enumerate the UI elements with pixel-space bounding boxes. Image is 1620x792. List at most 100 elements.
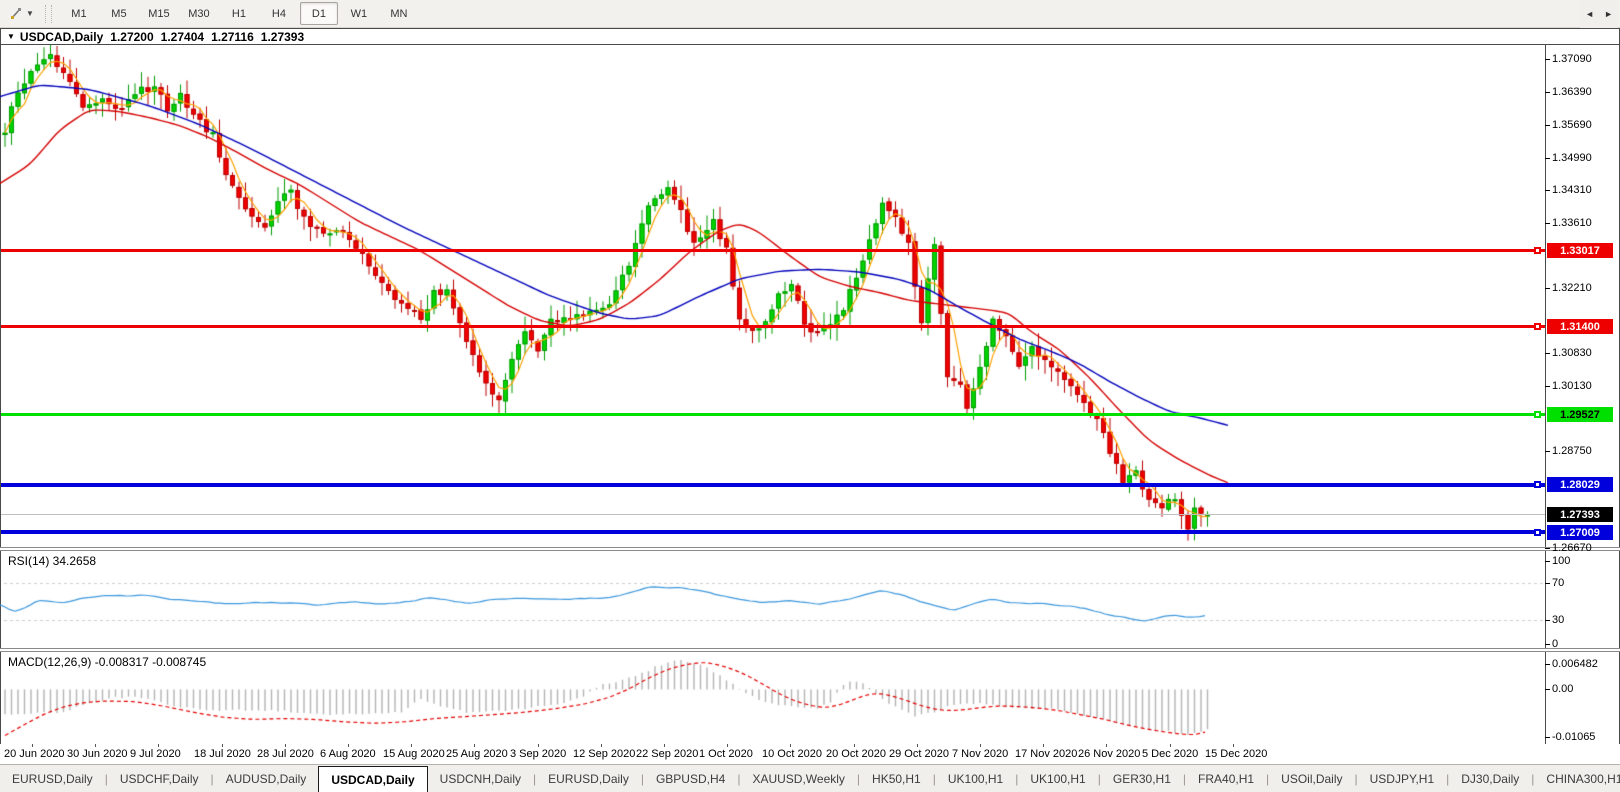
date-tick-mark — [411, 744, 412, 747]
symbol-tab-usdcnh-daily[interactable]: USDCNH,Daily — [428, 765, 533, 792]
symbol-tab-fra40-h1[interactable]: FRA40,H1 — [1186, 765, 1266, 792]
symbol-tab-eurusd-daily[interactable]: EURUSD,Daily — [536, 765, 641, 792]
symbol-tab-xauusd-weekly[interactable]: XAUUSD,Weekly — [740, 765, 856, 792]
date-tick-mark — [980, 744, 981, 747]
date-tick-mark — [32, 744, 33, 747]
price-tick-mark — [1545, 451, 1550, 452]
ohlc-close: 1.27393 — [260, 29, 305, 44]
price-tick-label: 1.28750 — [1552, 445, 1592, 457]
support-line-blue-2-price-label: 1.27009 — [1547, 525, 1613, 540]
price-tick-mark — [1545, 548, 1550, 549]
date-tick-mark — [601, 744, 602, 747]
symbol-tab-hk50-h1[interactable]: HK50,H1 — [860, 765, 933, 792]
price-tick-mark — [1545, 223, 1550, 224]
timeframe-button-m5[interactable]: M5 — [100, 2, 138, 25]
rsi-tick-label: 100 — [1552, 555, 1571, 567]
timeframe-button-d1[interactable]: D1 — [299, 2, 338, 25]
timeframe-button-mn[interactable]: MN — [380, 2, 418, 25]
support-line-blue-2[interactable] — [1, 530, 1545, 534]
date-label: 12 Sep 2020 — [573, 748, 636, 760]
tab-scroll-left-icon[interactable]: ◄ — [1580, 6, 1599, 22]
annotation-tool-icon[interactable]: ▼ — [6, 4, 37, 23]
support-line-blue-1-anchor-marker[interactable] — [1534, 481, 1541, 488]
symbol-tab-usoil-daily[interactable]: USOil,Daily — [1269, 765, 1354, 792]
symbol-tab-dj30-daily[interactable]: DJ30,Daily — [1449, 765, 1531, 792]
rsi-tick-label: 0 — [1552, 638, 1559, 650]
date-label: 17 Nov 2020 — [1015, 748, 1078, 760]
resistance-line-2-anchor-marker[interactable] — [1534, 323, 1541, 330]
ohlc-high: 1.27404 — [160, 29, 205, 44]
date-label: 18 Jul 2020 — [194, 748, 251, 760]
price-tick-mark — [1545, 386, 1550, 387]
timeframe-button-h1[interactable]: H1 — [220, 2, 258, 25]
resistance-line-1[interactable] — [1, 249, 1545, 252]
date-label: 9 Jul 2020 — [130, 748, 181, 760]
chart-symbol-period: USDCAD,Daily — [19, 29, 104, 44]
symbol-tab-usdchf-daily[interactable]: USDCHF,Daily — [108, 765, 211, 792]
date-tick-mark — [538, 744, 539, 747]
timeframe-button-m30[interactable]: M30 — [180, 2, 218, 25]
timeframe-button-m1[interactable]: M1 — [60, 2, 98, 25]
date-label: 15 Aug 2020 — [383, 748, 445, 760]
resistance-line-2-price-label: 1.31400 — [1547, 319, 1613, 334]
date-tick-mark — [1170, 744, 1171, 747]
date-tick-mark — [158, 744, 159, 747]
date-label: 25 Aug 2020 — [446, 748, 508, 760]
chart-title-bar[interactable]: ▼ USDCAD,Daily 1.27200 1.27404 1.27116 1… — [1, 29, 1619, 45]
symbol-tab-uk100-h1[interactable]: UK100,H1 — [936, 765, 1015, 792]
resistance-line-2[interactable] — [1, 325, 1545, 328]
date-label: 15 Dec 2020 — [1205, 748, 1268, 760]
symbol-tab-ger30-h1[interactable]: GER30,H1 — [1101, 765, 1183, 792]
tab-scroll-right-icon[interactable]: ► — [1599, 6, 1618, 22]
price-chart-canvas[interactable] — [0, 28, 1620, 765]
date-tick-mark — [1106, 744, 1107, 747]
timeframe-button-w1[interactable]: W1 — [340, 2, 378, 25]
date-tick-mark — [285, 744, 286, 747]
price-tick-label: 1.36390 — [1552, 86, 1592, 98]
date-tick-mark — [917, 744, 918, 747]
rsi-tick-label: 30 — [1552, 614, 1565, 626]
current-price-line — [1, 514, 1545, 515]
symbol-tab-china300-h1[interactable]: CHINA300,H1 — [1534, 765, 1620, 792]
support-line-blue-1[interactable] — [1, 483, 1545, 487]
mt4-terminal: ▼ M1 M5 M15 M30 H1 H4 D1 W1 MN ▼ USDCAD,Daily 1.… — [0, 0, 1620, 792]
resistance-line-1-price-label: 1.33017 — [1547, 243, 1613, 258]
collapse-icon[interactable]: ▼ — [7, 32, 15, 41]
macd-tick-label: -0.01065 — [1552, 731, 1596, 743]
rsi-tick-mark — [1545, 620, 1550, 621]
support-line-blue-1-price-label: 1.28029 — [1547, 477, 1613, 492]
price-tick-mark — [1545, 190, 1550, 191]
date-tick-mark — [854, 744, 855, 747]
symbol-tab-audusd-daily[interactable]: AUDUSD,Daily — [214, 765, 319, 792]
date-tick-mark — [348, 744, 349, 747]
support-line-blue-2-anchor-marker[interactable] — [1534, 529, 1541, 536]
macd-tick-label: 0.006482 — [1552, 658, 1598, 670]
pane-divider-rsi[interactable] — [0, 547, 1620, 551]
macd-tick-mark — [1545, 689, 1550, 690]
pane-divider-macd[interactable] — [0, 648, 1620, 652]
date-label: 1 Oct 2020 — [699, 748, 753, 760]
symbol-tab-gbpusd-h4[interactable]: GBPUSD,H4 — [644, 765, 737, 792]
timeframe-toolbar: ▼ M1 M5 M15 M30 H1 H4 D1 W1 MN — [0, 0, 1620, 28]
price-tick-mark — [1545, 92, 1550, 93]
symbol-tab-eurusd-daily[interactable]: EURUSD,Daily — [0, 765, 105, 792]
date-axis: 20 Jun 2020 30 Jun 2020 9 Jul 2020 18 Jul 2… — [0, 744, 1620, 764]
price-tick-label: 1.34990 — [1552, 152, 1592, 164]
date-label: 6 Aug 2020 — [320, 748, 376, 760]
price-tick-label: 1.32210 — [1552, 282, 1592, 294]
rsi-indicator-label: RSI(14) 34.2658 — [8, 554, 97, 568]
date-label: 29 Oct 2020 — [889, 748, 949, 760]
support-line-green-anchor-marker[interactable] — [1534, 411, 1541, 418]
timeframe-button-h4[interactable]: H4 — [260, 2, 298, 25]
macd-tick-mark — [1545, 664, 1550, 665]
date-label: 10 Oct 2020 — [762, 748, 822, 760]
timeframe-button-m15[interactable]: M15 — [140, 2, 178, 25]
ohlc-low: 1.27116 — [211, 29, 254, 44]
symbol-tab-uk100-h1[interactable]: UK100,H1 — [1018, 765, 1097, 792]
symbol-tab-usdjpy-h1[interactable]: USDJPY,H1 — [1358, 765, 1446, 792]
date-label: 28 Jul 2020 — [257, 748, 314, 760]
support-line-green[interactable] — [1, 413, 1545, 416]
symbol-tab-usdcad-daily[interactable]: USDCAD,Daily — [318, 766, 428, 792]
resistance-line-1-anchor-marker[interactable] — [1534, 247, 1541, 254]
date-label: 20 Oct 2020 — [826, 748, 886, 760]
